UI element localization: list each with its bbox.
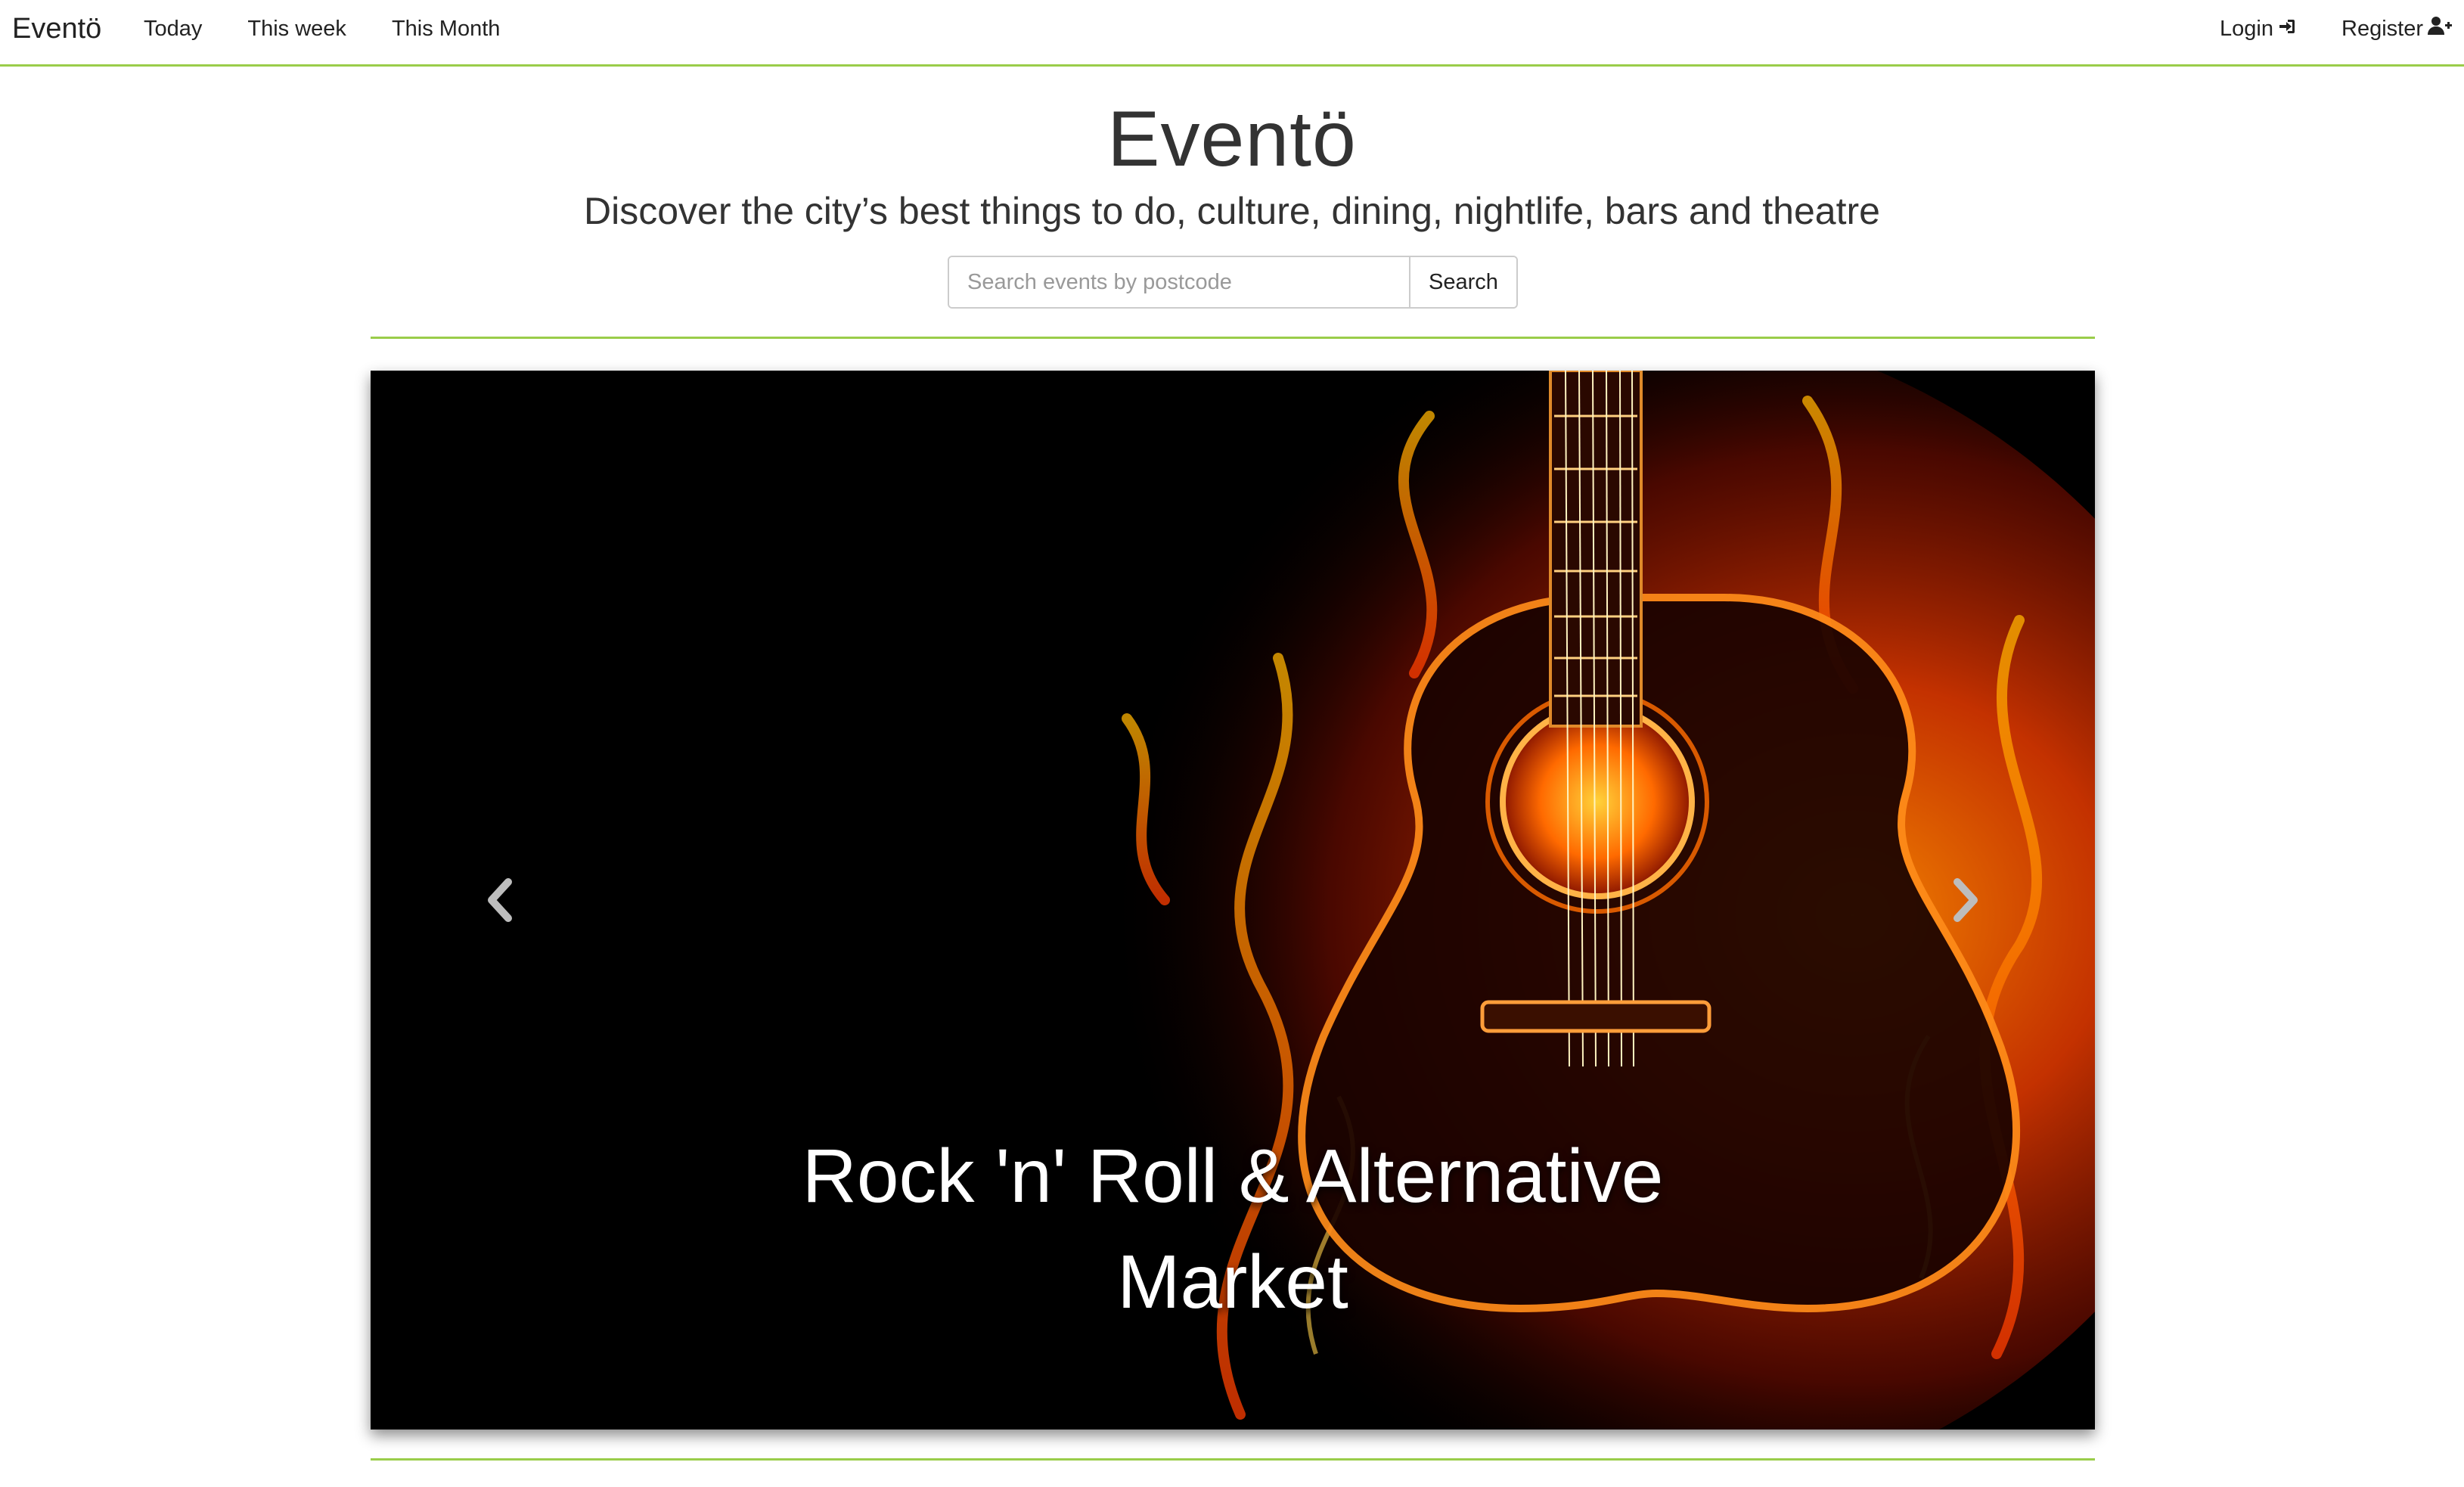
nav-link-today[interactable]: Today bbox=[144, 0, 202, 57]
nav-links: Today This week This Month bbox=[144, 0, 545, 65]
carousel-next-button[interactable] bbox=[1936, 870, 1997, 930]
header-divider bbox=[371, 337, 2095, 339]
top-navbar: Eventö Today This week This Month Login … bbox=[0, 0, 2464, 67]
nav-link-this-month[interactable]: This Month bbox=[392, 0, 500, 57]
carousel-prev-button[interactable] bbox=[469, 870, 529, 930]
footer-divider bbox=[371, 1458, 2095, 1461]
user-plus-icon bbox=[2428, 16, 2452, 42]
register-label: Register bbox=[2341, 16, 2423, 41]
carousel-caption[interactable]: Rock 'n' Roll & Alternative Market bbox=[703, 1123, 1762, 1335]
brand-link[interactable]: Eventö bbox=[12, 0, 101, 65]
featured-events-carousel: Rock 'n' Roll & Alternative Market bbox=[371, 371, 2095, 1430]
postcode-search-input[interactable] bbox=[949, 257, 1409, 307]
page-title: Eventö bbox=[1107, 95, 1357, 183]
login-label: Login bbox=[2220, 16, 2273, 41]
search-button[interactable]: Search bbox=[1409, 257, 1516, 307]
nav-auth-links: Login Register bbox=[2174, 0, 2452, 65]
nav-link-this-week[interactable]: This week bbox=[247, 0, 346, 57]
chevron-right-icon bbox=[1954, 878, 1978, 922]
register-link[interactable]: Register bbox=[2341, 0, 2452, 57]
page-subtitle: Discover the city’s best things to do, c… bbox=[584, 190, 1880, 232]
postcode-search-form: Search bbox=[948, 256, 1518, 309]
login-link[interactable]: Login bbox=[2220, 0, 2296, 57]
chevron-left-icon bbox=[488, 878, 512, 922]
sign-in-icon bbox=[2278, 17, 2296, 42]
